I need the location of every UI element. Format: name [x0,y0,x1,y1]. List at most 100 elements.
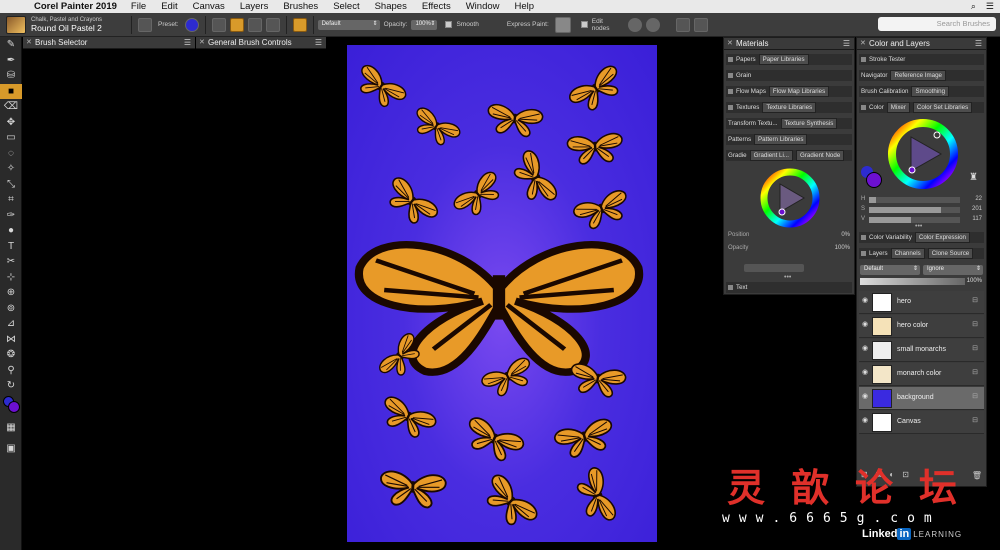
canvas-document[interactable] [347,45,657,542]
mirror-icon[interactable]: ⋈ [0,332,22,348]
gradient-apply-button[interactable] [744,264,804,272]
menu-shapes[interactable]: Shapes [375,1,407,12]
tab-texture-libraries[interactable]: Texture Libraries [762,102,817,113]
saturation-slider[interactable]: S 201 [861,206,982,214]
rect-select-icon[interactable]: ▭ [0,130,22,146]
navigator-row[interactable]: Navigator Reference Image [859,70,984,81]
dab-type-4-button[interactable] [265,17,280,32]
lock-icon[interactable]: ⊟ [972,320,978,328]
panel-menu-icon[interactable]: ☰ [315,37,322,49]
preset-button[interactable] [184,17,199,32]
flow-maps-row[interactable]: Flow Maps Flow Map Libraries [726,86,852,97]
tab-channels[interactable]: Channels [890,248,925,259]
menu-window[interactable]: Window [466,1,500,12]
layer-row[interactable]: ◉ hero ⊟ [859,291,984,314]
color-picker-icon[interactable]: ♜ [969,172,978,183]
materials-panel-header[interactable]: ✕ Materials ☰ [724,38,854,50]
gradients-row[interactable]: Gradie Gradient Li... Gradient Node [726,150,852,161]
brush-tool-icon[interactable]: ✎ [0,37,22,53]
tab-clone-source[interactable]: Clone Source [927,248,974,259]
secondary-color-swatch[interactable] [8,400,20,413]
express-paint-button[interactable] [554,16,571,33]
tab-mixer[interactable]: Mixer [886,102,910,113]
close-icon[interactable]: ✕ [727,38,733,50]
layer-row[interactable]: ◉ small monarchs ⊟ [859,339,984,362]
tab-color-set-libraries[interactable]: Color Set Libraries [912,102,973,113]
smooth-checkbox[interactable] [445,21,453,28]
menu-layers[interactable]: Layers [240,1,269,12]
edit-nodes-checkbox[interactable] [580,21,588,28]
layer-opacity-slider[interactable] [860,278,965,285]
layer-adjuster-icon[interactable]: ✥ [0,115,22,131]
menu-brushes[interactable]: Brushes [283,1,318,12]
lasso-icon[interactable]: ◌ [0,146,22,162]
crop-icon[interactable]: ⌗ [0,192,22,208]
textures-row[interactable]: Textures Texture Libraries [726,102,852,113]
lock-icon[interactable]: ⊟ [972,344,978,352]
paint-bucket-icon[interactable]: ⛁ [0,68,22,84]
close-icon[interactable]: ✕ [199,37,205,49]
reset-tool-button[interactable] [138,17,152,32]
media-selector-icon[interactable]: ▣ [0,441,22,457]
text-row[interactable]: Text [726,282,852,293]
stroke-type-button[interactable] [292,17,307,32]
brush-selector-panel-header[interactable]: ✕ Brush Selector ☰ [23,37,195,49]
clear-button[interactable] [645,17,660,32]
menu-edit[interactable]: Edit [161,1,177,12]
tab-gradient-libraries[interactable]: Gradient Li... [749,150,794,161]
tab-flow-map-libraries[interactable]: Flow Map Libraries [768,86,830,97]
panel-menu-icon[interactable]: ☰ [975,38,982,50]
stroke-tester-row[interactable]: Stroke Tester [859,54,984,65]
app-name[interactable]: Corel Painter 2019 [34,1,117,12]
eye-icon[interactable]: ◉ [862,393,870,400]
layer-row[interactable]: ◉ monarch color ⊟ [859,363,984,386]
blend-mode-select[interactable]: Default [317,19,380,30]
color-variability-row[interactable]: Color Variability Color Expression [859,232,984,243]
opacity-select[interactable]: 100% [411,19,438,30]
menu-canvas[interactable]: Canvas [193,1,225,12]
more-icon[interactable]: ••• [915,223,922,230]
brush-name[interactable]: Chalk, Pastel and Crayons Round Oil Past… [31,17,127,33]
eyedropper-button[interactable] [627,17,642,32]
additional-color-swatch[interactable] [866,172,882,188]
lock-icon[interactable]: ⊟ [972,416,978,424]
close-icon[interactable]: ✕ [860,38,866,50]
dab-type-1-button[interactable] [211,17,226,32]
text-icon[interactable]: T [0,239,22,255]
menu-file[interactable]: File [131,1,146,12]
search-brushes-input[interactable]: Search Brushes [878,17,996,31]
perspective-icon[interactable]: ⊿ [0,316,22,332]
grain-row[interactable]: Grain [726,70,852,81]
color-swatches[interactable] [0,394,22,416]
lock-icon[interactable]: ⊟ [972,368,978,376]
export-button[interactable] [693,17,708,32]
magnifier-icon[interactable]: ⌕ [971,1,976,12]
dab-type-2-button[interactable] [229,17,244,32]
paper-selector-icon[interactable]: ▦ [0,420,22,436]
color-row[interactable]: Color Mixer Color Set Libraries [859,102,984,113]
more-icon[interactable]: ••• [784,274,791,281]
menu-select[interactable]: Select [333,1,359,12]
panel-menu-icon[interactable]: ☰ [843,38,850,50]
tab-paper-libraries[interactable]: Paper Libraries [758,54,809,65]
opacity-slider[interactable]: Opacity 100% [728,245,850,253]
tab-color-expression[interactable]: Color Expression [914,232,970,243]
lock-icon[interactable]: ⊟ [972,392,978,400]
general-brush-controls-header[interactable]: ✕ General Brush Controls ☰ [196,37,326,49]
shape-icon[interactable]: ● [0,223,22,239]
color-wheel[interactable] [887,118,959,190]
workspace-button[interactable] [675,17,690,32]
brush-calibration-row[interactable]: Brush Calibration Smoothing [859,86,984,97]
brush-variant-icon[interactable] [6,15,26,34]
eye-icon[interactable]: ◉ [862,321,870,328]
transform-icon[interactable]: ⤡ [0,177,22,193]
eye-icon[interactable]: ◉ [862,297,870,304]
transform-texture-row[interactable]: Transform Textu... Texture Synthesis [726,118,852,129]
tab-pattern-libraries[interactable]: Pattern Libraries [754,134,808,145]
tab-reference-image[interactable]: Reference Image [890,70,946,81]
color-and-layers-header[interactable]: ✕ Color and Layers ☰ [857,38,986,50]
layer-row[interactable]: ◉ Canvas ⊟ [859,411,984,434]
hue-slider[interactable]: H 22 [861,196,982,204]
cloner-icon[interactable]: ⊕ [0,285,22,301]
tab-gradient-node[interactable]: Gradient Node [796,150,845,161]
